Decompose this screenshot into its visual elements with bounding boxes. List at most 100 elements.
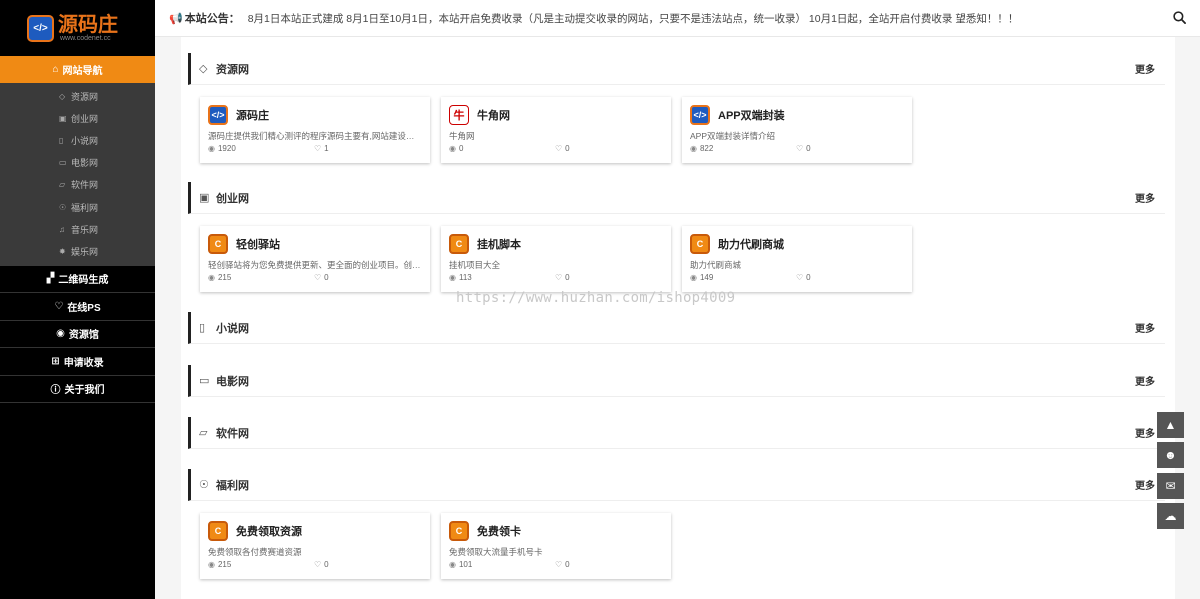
site-card[interactable]: 牛牛角网 牛角网 ◉ 0 ♡ 0 — [441, 97, 671, 163]
site-name[interactable]: 助力代刷商城 — [718, 236, 784, 252]
section-business: ▣ 创业网 更多 C 轻创驿站 轻创驿站将为您免费提供更新、更全面的创业项目。创业… — [188, 182, 1165, 302]
qrcode-icon: ▞ — [46, 273, 55, 285]
nav-item-apply[interactable]: ⊞ 申请收录 — [0, 348, 155, 376]
asterisk-icon: ✸ — [59, 246, 66, 256]
subnav: ◇ 资源网 ▣ 创业网 ▯ 小说网 ▭ 电影网 ▱ 软件网 ☉ 福利网 ♫ 音乐网 ✸ 娱乐网 — [0, 83, 155, 266]
nav-item-qrcode[interactable]: ▞ 二维码生成 — [0, 266, 155, 293]
section-title: 小说网 — [216, 322, 249, 335]
search-icon[interactable] — [1173, 11, 1186, 24]
site-card[interactable]: C 助力代刷商城 助力代刷商城 ◉ 149 ♡ 0 — [682, 226, 912, 292]
nav-label: 在线PS — [67, 302, 101, 314]
site-logo-icon: C — [208, 521, 228, 541]
nav-label: 二维码生成 — [58, 275, 109, 287]
site-name[interactable]: 免费领取资源 — [236, 523, 302, 539]
watermark: https://www.huzhan.com/ishop4009 — [456, 290, 736, 306]
subnav-label: 资源网 — [71, 91, 99, 102]
section-title: 福利网 — [216, 479, 249, 492]
section-movie: ▭ 电影网 更多 — [188, 365, 1165, 398]
diamond-icon: ◇ — [199, 63, 208, 75]
site-name[interactable]: 挂机脚本 — [477, 236, 521, 252]
section-title: 资源网 — [216, 63, 249, 76]
chrome-icon: ◉ — [56, 328, 65, 340]
view-count: ◉ 822 — [690, 144, 714, 153]
nav-item-site-navigation[interactable]: ⌂ 网站导航 — [0, 56, 155, 83]
monitor-icon: ▭ — [59, 158, 67, 168]
section-software: ▱ 软件网 更多 — [188, 417, 1165, 450]
like-count[interactable]: ♡ 0 — [314, 560, 329, 569]
main-content: ◇ 资源网 更多 </> 源码庄 源码庄提供我们精心测评的程序源码主要有,网站建设… — [181, 37, 1175, 599]
site-logo-icon: 牛 — [449, 105, 469, 125]
heart-icon: ♡ — [314, 273, 322, 282]
site-name[interactable]: 牛角网 — [477, 107, 510, 123]
site-card[interactable]: C 免费领取资源 免费领取各付费赛道资源 ◉ 215 ♡ 0 — [200, 513, 430, 579]
section-header: ▭ 电影网 更多 — [188, 365, 1165, 397]
more-link[interactable]: 更多 — [1135, 373, 1155, 388]
card-list: C 免费领取资源 免费领取各付费赛道资源 ◉ 215 ♡ 0 C 免费领卡 免费领取大流量… — [200, 513, 682, 579]
subnav-item-software[interactable]: ▱ 软件网 — [0, 174, 155, 196]
eye-icon: ◉ — [449, 144, 456, 153]
section-title: 软件网 — [216, 427, 249, 440]
back-to-top-button[interactable]: ▲ — [1157, 412, 1184, 438]
briefcase-icon: ▣ — [59, 113, 67, 123]
site-desc: 免费领取大流量手机号卡 — [449, 547, 543, 557]
subnav-label: 小说网 — [71, 135, 99, 146]
qq-button[interactable]: ☻ — [1157, 442, 1184, 468]
heart-icon: ♡ — [54, 300, 64, 312]
eye-icon: ◉ — [449, 560, 456, 569]
site-logo-icon: </> — [690, 105, 710, 125]
logo-title: 源码庄 — [58, 12, 118, 36]
site-card[interactable]: C 轻创驿站 轻创驿站将为您免费提供更新、更全面的创业项目。创业... ◉ 215 ♡… — [200, 226, 430, 292]
site-name[interactable]: 轻创驿站 — [236, 236, 280, 252]
like-count[interactable]: ♡ 0 — [796, 273, 811, 282]
nav-item-online-ps[interactable]: ♡ 在线PS — [0, 293, 155, 321]
site-card[interactable]: C 挂机脚本 挂机项目大全 ◉ 113 ♡ 0 — [441, 226, 671, 292]
wechat-button[interactable]: ☁ — [1157, 503, 1184, 529]
top-bar: 📢 本站公告： 8月1日本站正式建成 8月1日至10月1日，本站开启免费收录（凡… — [155, 0, 1200, 37]
site-card[interactable]: C 免费领卡 免费领取大流量手机号卡 ◉ 101 ♡ 0 — [441, 513, 671, 579]
like-count[interactable]: ♡ 0 — [796, 144, 811, 153]
subnav-item-music[interactable]: ♫ 音乐网 — [0, 218, 155, 240]
more-link[interactable]: 更多 — [1135, 61, 1155, 76]
nav-label: 资源馆 — [68, 330, 99, 342]
eye-icon: ◉ — [690, 273, 697, 282]
site-desc: 源码庄提供我们精心测评的程序源码主要有,网站建设模板... — [208, 131, 422, 141]
subnav-item-welfare[interactable]: ☉ 福利网 — [0, 196, 155, 218]
subnav-item-novel[interactable]: ▯ 小说网 — [0, 129, 155, 151]
view-count: ◉ 0 — [449, 144, 464, 153]
like-count[interactable]: ♡ 0 — [555, 144, 570, 153]
subnav-item-resource[interactable]: ◇ 资源网 — [0, 85, 155, 107]
section-header: ◇ 资源网 更多 — [188, 53, 1165, 85]
subnav-item-entertainment[interactable]: ✸ 娱乐网 — [0, 240, 155, 262]
email-button[interactable]: ✉ — [1157, 473, 1184, 499]
section-resource: ◇ 资源网 更多 </> 源码庄 源码庄提供我们精心测评的程序源码主要有,网站建设… — [188, 53, 1165, 173]
nav-item-about[interactable]: ⓘ 关于我们 — [0, 376, 155, 403]
more-link[interactable]: 更多 — [1135, 320, 1155, 335]
logo-icon: </> — [27, 14, 54, 42]
eye-icon: ◉ — [208, 273, 215, 282]
site-name[interactable]: 源码庄 — [236, 107, 269, 123]
subnav-item-movie[interactable]: ▭ 电影网 — [0, 152, 155, 174]
monitor-icon: ▭ — [199, 375, 210, 387]
eye-icon: ◉ — [208, 144, 215, 153]
site-card[interactable]: </> APP双端封装 APP双端封装详情介绍 ◉ 822 ♡ 0 — [682, 97, 912, 163]
nav-item-resource-hall[interactable]: ◉ 资源馆 — [0, 321, 155, 348]
site-logo-icon: C — [208, 234, 228, 254]
subnav-item-business[interactable]: ▣ 创业网 — [0, 107, 155, 129]
like-count[interactable]: ♡ 0 — [555, 560, 570, 569]
site-name[interactable]: APP双端封装 — [718, 107, 785, 123]
site-card[interactable]: </> 源码庄 源码庄提供我们精心测评的程序源码主要有,网站建设模板... ◉ 19… — [200, 97, 430, 163]
nav-label: 申请收录 — [63, 357, 104, 369]
more-link[interactable]: 更多 — [1135, 477, 1155, 492]
like-count[interactable]: ♡ 0 — [314, 273, 329, 282]
logo-subtitle: www.codenet.cc — [60, 35, 111, 42]
like-count[interactable]: ♡ 1 — [314, 144, 329, 153]
site-desc: 助力代刷商城 — [690, 260, 742, 270]
like-count[interactable]: ♡ 0 — [555, 273, 570, 282]
section-header: ☉ 福利网 更多 — [188, 469, 1165, 501]
site-name[interactable]: 免费领卡 — [477, 523, 521, 539]
more-link[interactable]: 更多 — [1135, 425, 1155, 440]
more-link[interactable]: 更多 — [1135, 190, 1155, 205]
heart-icon: ♡ — [796, 144, 804, 153]
site-logo[interactable]: </> 源码庄 www.codenet.cc — [0, 0, 155, 56]
subnav-label: 创业网 — [71, 113, 99, 124]
